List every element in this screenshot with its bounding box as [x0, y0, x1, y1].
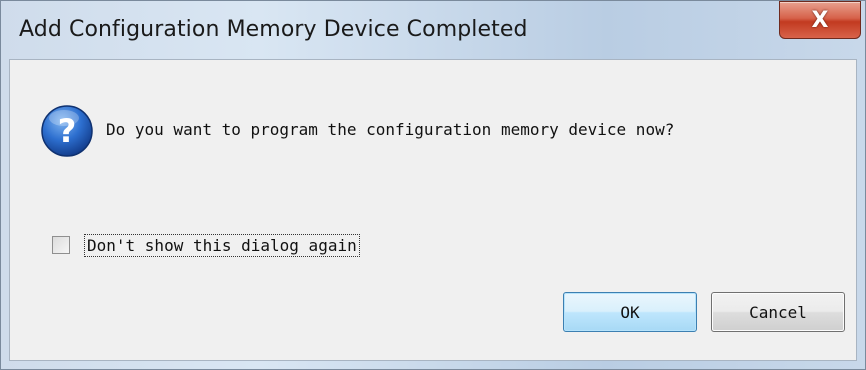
dialog-message: Do you want to program the configuration… [106, 120, 675, 139]
svg-text:?: ? [58, 112, 77, 150]
ok-button[interactable]: OK [563, 292, 697, 332]
title-bar[interactable]: Add Configuration Memory Device Complete… [1, 1, 865, 59]
dialog-body: ? Do you want to program the configurati… [9, 59, 857, 361]
dialog-title: Add Configuration Memory Device Complete… [19, 17, 528, 42]
cancel-button[interactable]: Cancel [711, 292, 845, 332]
dont-show-again-option[interactable]: Don't show this dialog again [52, 232, 360, 258]
dont-show-again-checkbox[interactable] [52, 236, 70, 254]
close-icon: X [811, 7, 829, 33]
close-button[interactable]: X [779, 1, 861, 39]
dialog-window: Add Configuration Memory Device Complete… [0, 0, 866, 370]
dont-show-again-label[interactable]: Don't show this dialog again [84, 233, 360, 257]
question-icon: ? [41, 105, 93, 157]
